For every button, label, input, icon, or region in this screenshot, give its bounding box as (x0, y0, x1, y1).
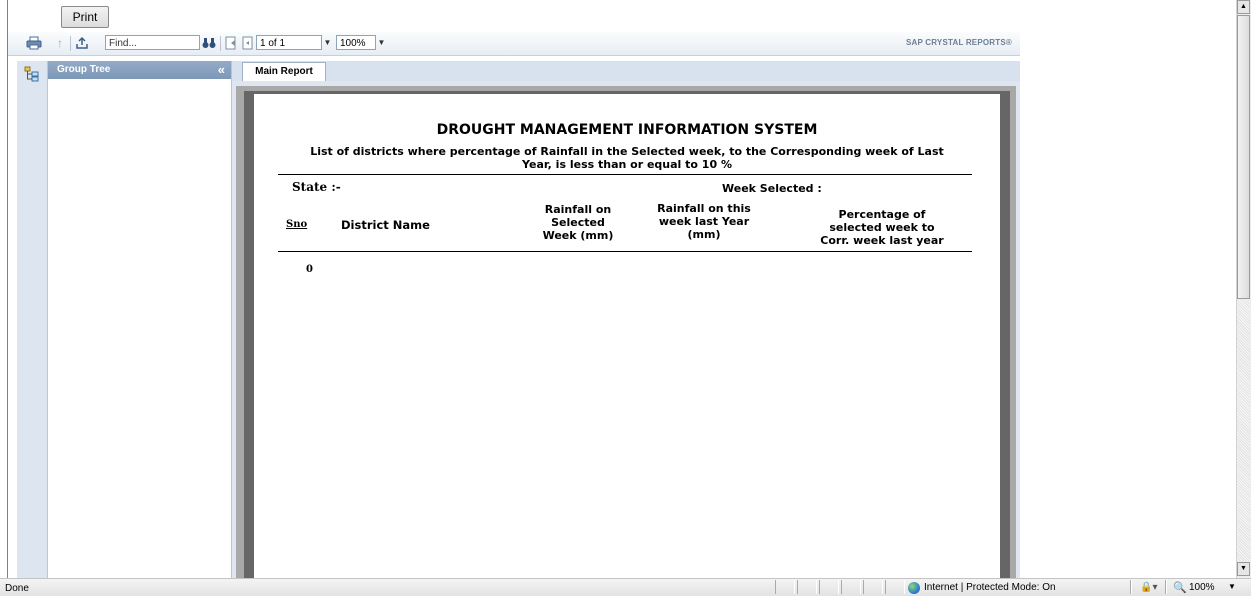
scroll-up-button[interactable]: ▲ (1237, 0, 1250, 14)
sidebar-strip (17, 61, 48, 578)
up-arrow-icon[interactable]: ↑ (52, 35, 68, 51)
binoculars-icon[interactable] (201, 35, 217, 51)
lock-icon[interactable]: 🔒▾ (1140, 582, 1157, 593)
scroll-down-button[interactable]: ▼ (1237, 562, 1250, 576)
header-rule (278, 174, 972, 175)
status-pane (885, 580, 905, 594)
column-district-name: District Name (341, 218, 430, 232)
column-text: selected week to (829, 221, 935, 234)
column-percentage: Percentage of selected week to Corr. wee… (802, 208, 962, 247)
group-tree-title: Group Tree (57, 64, 111, 75)
tab-strip (232, 61, 1020, 81)
column-text: Percentage of (838, 208, 926, 221)
week-selected-label: Week Selected : (722, 182, 822, 195)
report-title: DROUGHT MANAGEMENT INFORMATION SYSTEM (436, 122, 818, 138)
status-pane (841, 580, 861, 594)
status-pane (775, 580, 795, 594)
report-subtitle-line-2: Year, is less than or equal to 10 % (522, 158, 732, 171)
status-pane (819, 580, 839, 594)
find-input[interactable]: Find... (105, 35, 200, 50)
group-tree-icon[interactable] (24, 66, 40, 82)
group-tree-header: Group Tree « (48, 61, 231, 79)
column-rule (278, 251, 972, 252)
prev-page-icon[interactable] (239, 35, 255, 51)
scroll-thumb[interactable] (1237, 15, 1250, 299)
column-text: Corr. week last year (820, 234, 944, 247)
column-text: (mm) (687, 228, 721, 241)
export-icon[interactable] (74, 35, 90, 51)
zoom-select[interactable]: 100% (336, 35, 376, 50)
column-rainfall-selected-week: Rainfall on Selected Week (mm) (516, 203, 640, 242)
page-number-input[interactable]: 1 of 1 (256, 35, 322, 50)
column-text: Rainfall on this (657, 202, 751, 215)
group-tree-panel (48, 61, 232, 578)
status-bar (0, 578, 1251, 596)
column-rainfall-last-year: Rainfall on this week last Year (mm) (642, 202, 766, 241)
page-dropdown-arrow[interactable]: ▼ (322, 35, 333, 50)
scroll-track[interactable] (1237, 300, 1250, 561)
state-label: State :- (292, 180, 341, 194)
zoom-dropdown-arrow[interactable]: ▼ (1228, 582, 1236, 591)
status-divider (1165, 580, 1167, 594)
security-zone-text[interactable]: Internet | Protected Mode: On (924, 582, 1056, 593)
globe-icon (908, 582, 920, 594)
column-text: Rainfall on (544, 203, 612, 216)
column-sno: Sno (286, 219, 308, 230)
status-zoom[interactable]: 100% (1189, 582, 1215, 593)
status-divider (1130, 580, 1132, 594)
brand-label: SAP CRYSTAL REPORTS® (905, 38, 1012, 47)
printer-icon[interactable] (26, 35, 42, 51)
status-pane (797, 580, 817, 594)
zoom-icon[interactable]: 🔍 (1173, 581, 1187, 594)
report-page: DROUGHT MANAGEMENT INFORMATION SYSTEM Li… (254, 94, 1000, 578)
toolbar-separator (220, 36, 221, 51)
table-row-sno: 0 (306, 264, 313, 275)
window-border (7, 0, 8, 578)
toolbar-separator (70, 36, 71, 51)
first-page-icon[interactable] (223, 35, 239, 51)
status-pane (863, 580, 883, 594)
column-text: Week (mm) (542, 229, 614, 242)
status-text: Done (5, 583, 29, 594)
column-text: week last Year (658, 215, 750, 228)
collapse-icon[interactable]: « (218, 62, 225, 77)
zoom-dropdown-arrow[interactable]: ▼ (376, 35, 387, 50)
report-subtitle-line-1: List of districts where percentage of Ra… (310, 145, 944, 158)
tab-main-report[interactable]: Main Report (242, 62, 326, 81)
viewer-toolbar: ↑ Find... 1 of 1 ▼ 100% ▼ SAP CRYSTAL RE… (8, 32, 1020, 56)
column-text: Selected (551, 216, 605, 229)
print-button[interactable]: Print (61, 6, 109, 28)
report-subtitle: List of districts where percentage of Ra… (254, 145, 1000, 171)
